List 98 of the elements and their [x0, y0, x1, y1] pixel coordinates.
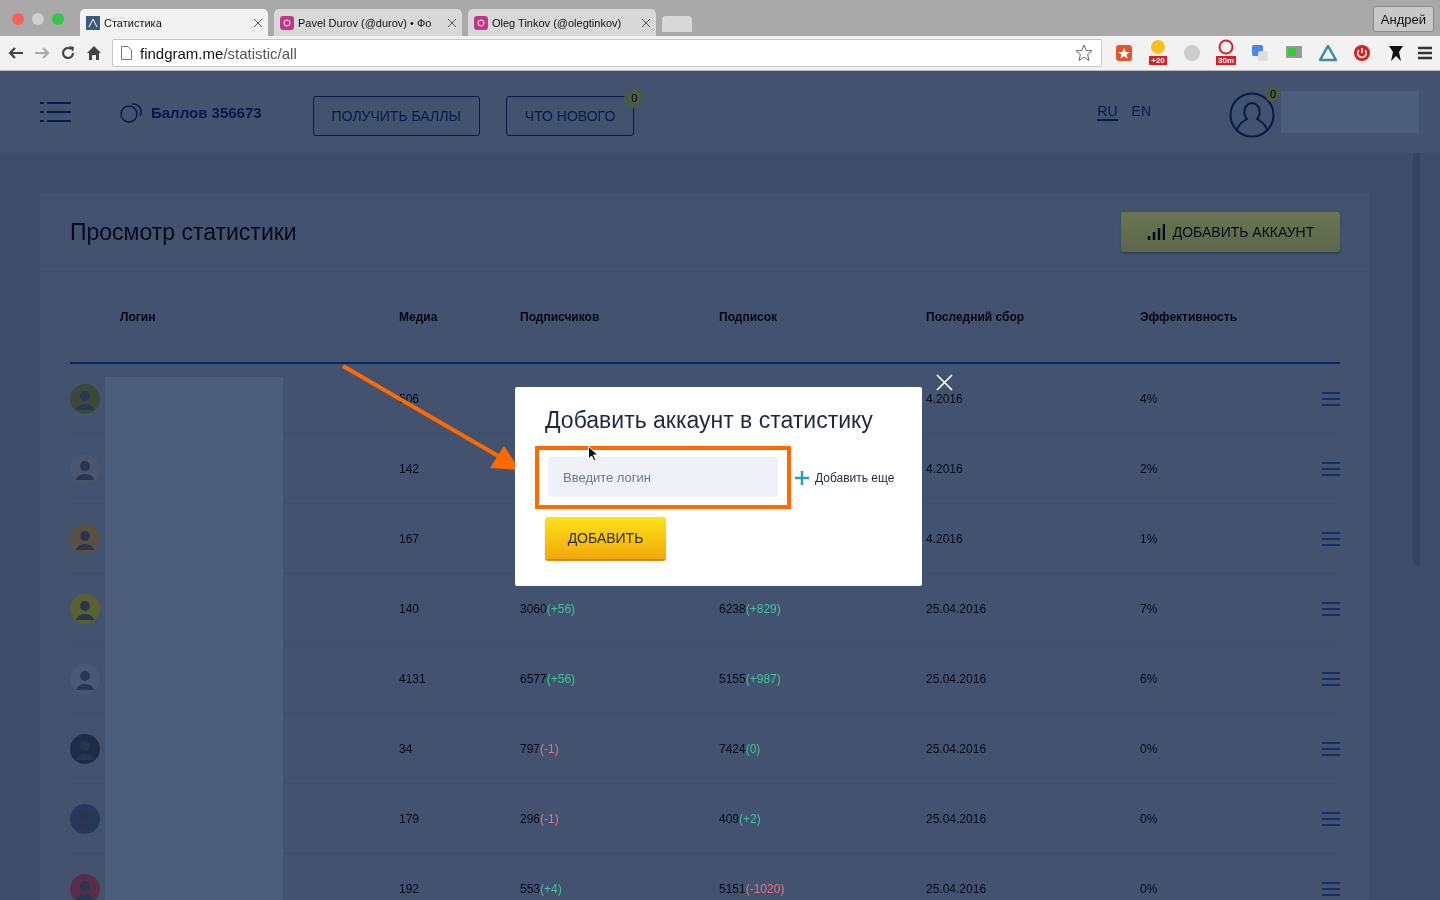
table-cell: 34	[399, 741, 413, 756]
close-icon[interactable]	[642, 18, 650, 27]
table-cell: 4.2016	[926, 461, 963, 476]
forward-icon[interactable]	[34, 46, 50, 60]
table-cell: 25.04.2016	[926, 881, 987, 896]
browser-tab[interactable]: Pavel Durov (@durov) • Фо	[274, 9, 462, 36]
address-bar[interactable]: findgram.me/statistic/all	[112, 39, 1102, 67]
table-cell: 797(-1)	[520, 741, 559, 756]
reload-icon[interactable]	[60, 45, 76, 61]
triangle-icon[interactable]	[1319, 44, 1337, 62]
camera-icon	[280, 15, 294, 30]
disc-icon[interactable]	[1183, 44, 1201, 62]
avatar	[70, 383, 100, 414]
column-header: Логин	[120, 310, 157, 324]
row-menu-icon[interactable]	[1322, 461, 1340, 476]
table-cell: 2%	[1140, 461, 1158, 476]
table-cell: 4.2016	[926, 391, 963, 406]
table-cell: 140	[399, 601, 420, 616]
column-header: Подписок	[719, 310, 779, 324]
column-header: Эффективность	[1140, 310, 1239, 324]
row-menu-icon[interactable]	[1322, 881, 1340, 896]
column-header: Последний сбор	[926, 310, 1026, 324]
table-cell: 3060(+56)	[520, 601, 576, 616]
row-menu-icon[interactable]	[1322, 531, 1340, 546]
modal-title: Добавить аккаунт в статистику	[545, 407, 874, 434]
user-avatar-icon[interactable]	[1229, 92, 1275, 138]
sun-icon[interactable]	[1149, 39, 1167, 56]
table-cell: 4%	[1140, 391, 1158, 406]
table-cell: 7%	[1140, 601, 1158, 616]
window-close-button[interactable]	[12, 13, 24, 25]
row-menu-icon[interactable]	[1322, 391, 1340, 406]
points-balance: Баллов 356673	[151, 103, 262, 121]
table-cell: 409(+2)	[719, 811, 761, 826]
table-cell: 4.2016	[926, 531, 963, 546]
table-cell: 6238(+829)	[719, 601, 781, 616]
table-cell: 7424(0)	[719, 741, 761, 756]
window-minimize-button[interactable]	[32, 13, 44, 25]
avatar	[70, 873, 100, 900]
coins-icon	[120, 101, 143, 123]
table-cell: 192	[399, 881, 420, 896]
bar-chart-icon	[1146, 223, 1165, 241]
table-cell: 25.04.2016	[926, 601, 987, 616]
table-cell: 25.04.2016	[926, 811, 987, 826]
table-cell: 167	[399, 531, 420, 546]
row-menu-icon[interactable]	[1322, 671, 1340, 686]
browser-tab[interactable]: Статистика	[80, 9, 268, 36]
power-icon[interactable]	[1353, 44, 1371, 62]
avatar	[70, 733, 100, 764]
timer-icon[interactable]	[1217, 39, 1235, 56]
extension-badge: +20	[1149, 56, 1167, 65]
table-cell: 0%	[1140, 741, 1158, 756]
star-icon[interactable]	[1075, 44, 1093, 62]
table-cell: 25.04.2016	[926, 741, 987, 756]
table-cell: 179	[399, 811, 420, 826]
table-cell: 142	[399, 461, 420, 476]
avatar	[70, 593, 100, 624]
table-cell: 1%	[1140, 531, 1158, 546]
table-cell: 25.04.2016	[926, 671, 987, 686]
extension-badge: 30m	[1216, 56, 1236, 65]
submit-button[interactable]: ДОБАВИТЬ	[545, 517, 666, 559]
card-title: Просмотр статистики	[70, 218, 297, 246]
url-host: findgram.me	[140, 44, 224, 62]
add-more-link[interactable]: Добавить еще	[795, 470, 895, 485]
table-cell: 5151(-1020)	[719, 881, 785, 896]
table-cell: 0%	[1140, 881, 1158, 896]
close-icon[interactable]	[448, 18, 456, 27]
close-icon[interactable]	[254, 18, 262, 27]
camera-icon	[474, 15, 488, 30]
site-icon	[86, 15, 100, 30]
home-icon[interactable]	[86, 45, 102, 61]
table-cell: 6%	[1140, 671, 1158, 686]
avatar	[70, 523, 100, 554]
menu-icon[interactable]	[1418, 46, 1432, 60]
row-menu-icon[interactable]	[1322, 811, 1340, 826]
row-menu-icon[interactable]	[1322, 601, 1340, 616]
avatar	[70, 453, 100, 484]
count-badge: 0	[1265, 86, 1281, 102]
browser-tab[interactable]: Oleg Tinkov (@olegtinkov)	[468, 9, 656, 36]
login-field[interactable]: Введите логин	[548, 457, 778, 497]
add-account-button[interactable]: ДОБАВИТЬ АККАУНТ	[1121, 212, 1340, 252]
table-cell: 4131	[399, 671, 426, 686]
column-header: Подписчиков	[520, 310, 601, 324]
cursor-icon	[588, 446, 599, 462]
page-icon	[121, 46, 132, 60]
table-cell: 553(+4)	[520, 881, 562, 896]
row-menu-icon[interactable]	[1322, 741, 1340, 756]
count-badge: 0	[624, 88, 645, 108]
table-cell: 0%	[1140, 811, 1158, 826]
table-cell: 5155(+987)	[719, 671, 781, 686]
back-icon[interactable]	[8, 46, 24, 60]
table-cell: 6577(+56)	[520, 671, 576, 686]
avatar	[70, 803, 100, 834]
url-path: /statistic/all	[223, 44, 297, 62]
profile-button[interactable]: Андрей	[1372, 6, 1434, 32]
plus-icon	[795, 470, 809, 485]
avatar	[70, 663, 100, 694]
column-header: Медиа	[399, 310, 439, 324]
table-cell: 296(-1)	[520, 811, 559, 826]
